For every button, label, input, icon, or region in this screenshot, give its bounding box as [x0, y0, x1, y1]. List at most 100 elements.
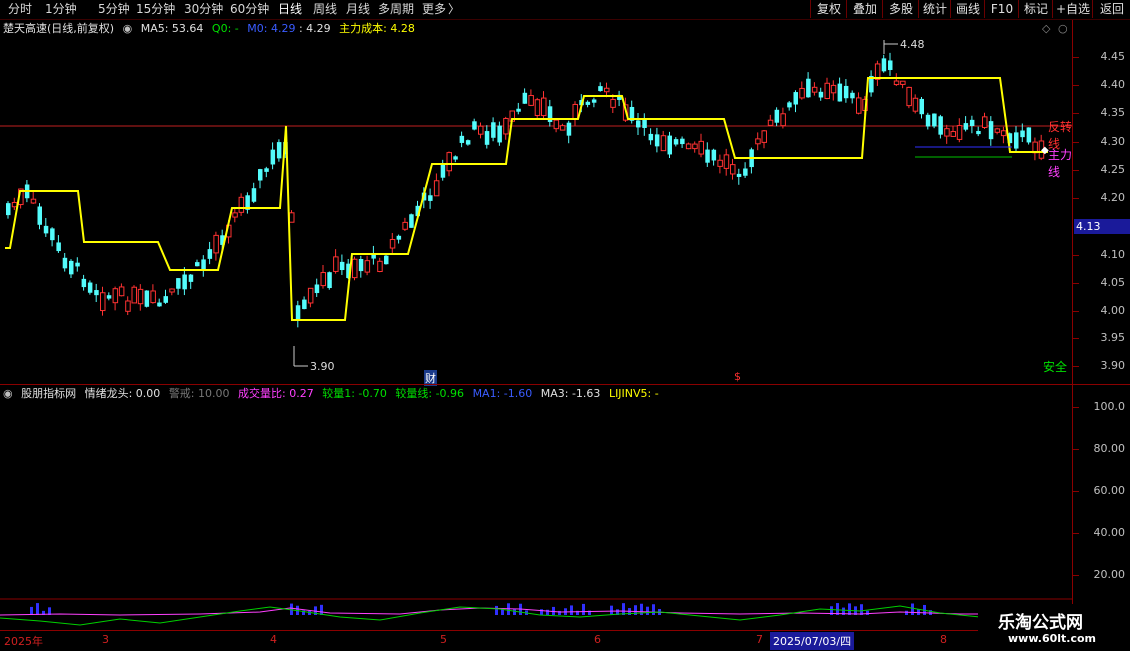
- dollar-marker[interactable]: $: [734, 370, 741, 383]
- y-tick: 4.25: [1100, 163, 1126, 176]
- period-daily[interactable]: 日线: [278, 1, 302, 18]
- x-tick: 5: [440, 633, 447, 646]
- candle-body: [396, 235, 402, 240]
- candle-body: [743, 168, 748, 176]
- y-tick: 4.10: [1100, 248, 1126, 261]
- candle-body: [409, 214, 414, 228]
- candle-body: [112, 288, 119, 304]
- safe-label: 安全: [1043, 360, 1068, 374]
- candle-body: [553, 119, 560, 130]
- indicator-bar: [848, 603, 851, 615]
- f10-button[interactable]: F10: [984, 0, 1019, 18]
- period-5min[interactable]: 5分钟: [98, 1, 130, 18]
- candle-body: [440, 164, 446, 178]
- candle-body: [685, 143, 692, 150]
- period-weekly[interactable]: 周线: [313, 1, 337, 18]
- watermark-title: 乐淘公式网: [998, 613, 1083, 633]
- watermark-url: www.60lt.com: [1008, 632, 1097, 645]
- candle-body: [932, 113, 937, 127]
- candle-body: [188, 274, 194, 282]
- candle-body: [774, 109, 780, 123]
- cost-line: [5, 77, 1048, 321]
- candle-body: [900, 80, 906, 85]
- draw-line-button[interactable]: 画线: [950, 0, 985, 18]
- candle-body: [484, 131, 490, 145]
- candle-body: [213, 234, 219, 254]
- candle-body: [478, 125, 484, 135]
- period-60min[interactable]: 60分钟: [230, 1, 269, 18]
- candle-body: [598, 86, 603, 92]
- candle-body: [528, 95, 534, 106]
- candle-body: [994, 128, 1001, 133]
- candle-body: [43, 225, 49, 234]
- candle-body: [541, 97, 547, 117]
- x-tick: 7: [756, 633, 763, 646]
- candle-body: [711, 149, 717, 161]
- period-30min[interactable]: 30分钟: [184, 1, 223, 18]
- y-tick: 4.00: [1100, 304, 1126, 317]
- y-tick: 40.00: [1093, 526, 1126, 539]
- candle-body: [264, 168, 269, 172]
- candle-body: [673, 139, 679, 145]
- candle-body: [755, 138, 761, 145]
- period-fenshi[interactable]: 分时: [8, 1, 32, 18]
- back-button[interactable]: 返回: [1092, 0, 1130, 18]
- candle-body: [824, 82, 830, 99]
- candle-body: [919, 98, 924, 115]
- y-tick: 100.0: [1093, 400, 1126, 413]
- candle-body: [384, 255, 389, 265]
- candle-body: [207, 249, 213, 259]
- candle-body: [118, 286, 125, 297]
- candle-body: [100, 292, 106, 312]
- candle-body: [195, 262, 200, 267]
- period-multi[interactable]: 多周期: [378, 1, 414, 18]
- period-15min[interactable]: 15分钟: [136, 1, 175, 18]
- candle-body: [780, 113, 786, 127]
- indicator-bar: [652, 604, 655, 615]
- overlay-button[interactable]: 叠加: [846, 0, 883, 18]
- low-label: 3.90: [310, 360, 335, 373]
- stats-button[interactable]: 统计: [918, 0, 951, 18]
- candle-body: [717, 159, 723, 167]
- candle-body: [56, 242, 61, 252]
- indicator-axis: 100.0 80.00 60.00 40.00 20.00: [1072, 385, 1130, 630]
- candle-body: [793, 92, 798, 105]
- indicator-bar: [36, 603, 39, 615]
- chevron-right-icon[interactable]: 〉: [448, 1, 460, 18]
- main-chart[interactable]: 楚天高速(日线,前复权) ◉ MA5: 53.64 Q0: - M0: 4.29…: [0, 20, 1072, 386]
- y-tick: 60.00: [1093, 484, 1126, 497]
- candle-body: [516, 108, 521, 112]
- candle-body: [522, 92, 528, 104]
- x-tick: 8: [940, 633, 947, 646]
- candle-body: [956, 125, 963, 140]
- mark-button[interactable]: 标记: [1018, 0, 1053, 18]
- candle-body: [497, 125, 502, 143]
- candle-body: [238, 196, 245, 213]
- candle-plot: [0, 40, 1072, 367]
- y-tick: 80.00: [1093, 442, 1126, 455]
- high-label: 4.48: [900, 38, 925, 51]
- candle-body: [572, 103, 578, 120]
- date-axis: 2025年 3 4 5 6 7 2025/07/03/四 8: [0, 630, 1130, 651]
- x-tick: 3: [102, 633, 109, 646]
- candle-body: [1026, 127, 1032, 143]
- candle-body: [389, 238, 396, 249]
- indicator-bar: [646, 606, 649, 615]
- y-tick: 3.95: [1100, 331, 1126, 344]
- period-1min[interactable]: 1分钟: [45, 1, 77, 18]
- candle-body: [459, 135, 465, 143]
- candle-body: [843, 85, 849, 99]
- indicator-chart[interactable]: ◉ 股朋指标网 情绪龙头: 0.00 警戒: 10.00 成交量比: 0.27 …: [0, 385, 1072, 630]
- indicator-bar: [320, 604, 323, 615]
- candle-body: [906, 86, 912, 107]
- candle-body: [585, 101, 591, 105]
- candle-body: [610, 99, 616, 108]
- multi-stock-button[interactable]: 多股: [882, 0, 919, 18]
- period-monthly[interactable]: 月线: [346, 1, 370, 18]
- candle-body: [94, 290, 99, 296]
- candle-body: [604, 87, 610, 93]
- period-more[interactable]: 更多: [422, 1, 446, 18]
- candle-body: [1014, 132, 1019, 149]
- add-watchlist-button[interactable]: +自选: [1052, 0, 1093, 18]
- adjust-button[interactable]: 复权: [810, 0, 847, 18]
